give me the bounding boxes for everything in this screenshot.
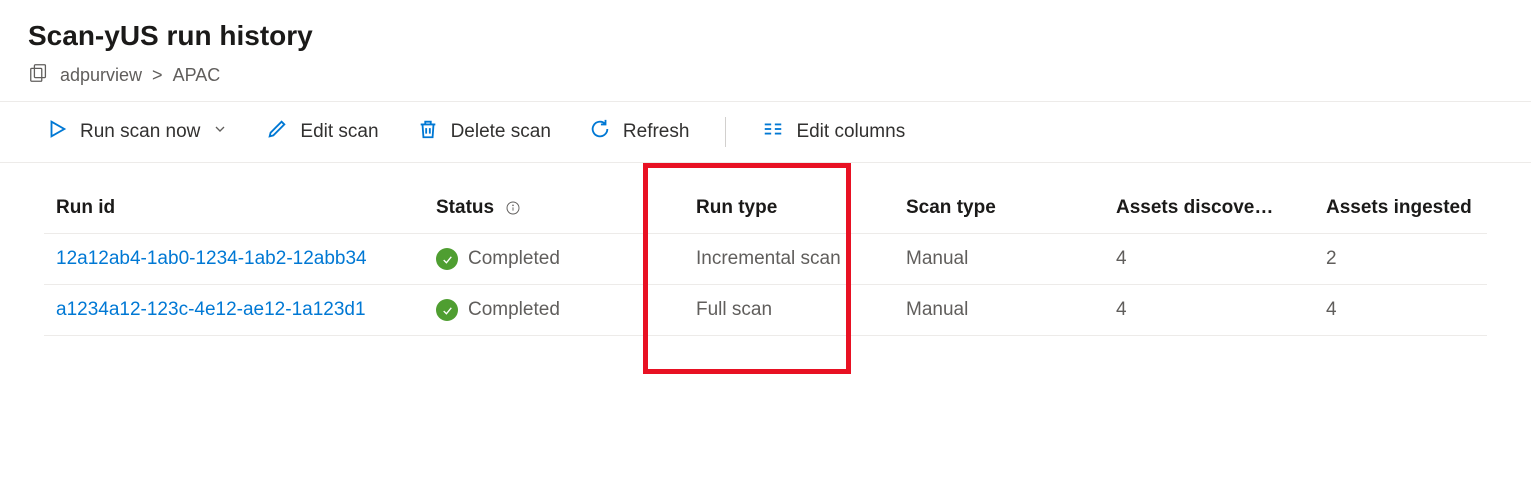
assets-ingested-cell: 4 xyxy=(1314,285,1487,336)
toolbar: Run scan now Edit scan Delete scan xyxy=(0,102,1531,162)
status-text: Completed xyxy=(468,248,560,270)
col-run-type[interactable]: Run type xyxy=(684,183,894,234)
run-scan-label: Run scan now xyxy=(80,121,200,143)
refresh-icon xyxy=(589,118,611,146)
col-status-label: Status xyxy=(436,197,494,218)
run-scan-button[interactable]: Run scan now xyxy=(44,112,230,152)
col-assets-discovered[interactable]: Assets discove… xyxy=(1104,183,1314,234)
run-type-cell: Full scan xyxy=(684,285,894,336)
refresh-label: Refresh xyxy=(623,121,690,143)
check-circle-icon xyxy=(436,299,458,321)
page-title: Scan-yUS run history xyxy=(28,20,1503,52)
col-status[interactable]: Status xyxy=(424,183,684,234)
assets-discovered-cell: 4 xyxy=(1104,234,1314,285)
check-circle-icon xyxy=(436,248,458,270)
edit-columns-button[interactable]: Edit columns xyxy=(760,112,907,152)
copy-icon xyxy=(28,62,50,89)
table-row: 12a12ab4-1ab0-1234-1ab2-12abb34 Complete… xyxy=(44,234,1487,285)
run-type-cell: Incremental scan xyxy=(684,234,894,285)
assets-discovered-cell: 4 xyxy=(1104,285,1314,336)
run-id-link[interactable]: 12a12ab4-1ab0-1234-1ab2-12abb34 xyxy=(44,234,424,285)
play-icon xyxy=(46,118,68,146)
status-text: Completed xyxy=(468,299,560,321)
col-run-id[interactable]: Run id xyxy=(44,183,424,234)
edit-scan-button[interactable]: Edit scan xyxy=(264,112,380,152)
refresh-button[interactable]: Refresh xyxy=(587,112,692,152)
breadcrumb: adpurview > APAC xyxy=(28,62,1503,89)
scan-type-cell: Manual xyxy=(894,234,1104,285)
info-icon[interactable] xyxy=(505,200,521,216)
toolbar-divider xyxy=(725,117,726,147)
edit-scan-label: Edit scan xyxy=(300,121,378,143)
run-history-table: Run id Status Run type Scan type Assets … xyxy=(44,183,1487,336)
scan-type-cell: Manual xyxy=(894,285,1104,336)
edit-columns-label: Edit columns xyxy=(796,121,905,143)
delete-scan-button[interactable]: Delete scan xyxy=(415,112,553,152)
col-scan-type[interactable]: Scan type xyxy=(894,183,1104,234)
chevron-down-icon xyxy=(212,121,228,143)
columns-icon xyxy=(762,118,784,146)
table-row: a1234a12-123c-4e12-ae12-1a123d1 Complete… xyxy=(44,285,1487,336)
col-assets-ingested[interactable]: Assets ingested xyxy=(1314,183,1487,234)
run-id-link[interactable]: a1234a12-123c-4e12-ae12-1a123d1 xyxy=(44,285,424,336)
assets-ingested-cell: 2 xyxy=(1314,234,1487,285)
breadcrumb-leaf: APAC xyxy=(173,65,221,86)
breadcrumb-root[interactable]: adpurview xyxy=(60,65,142,86)
trash-icon xyxy=(417,118,439,146)
breadcrumb-sep: > xyxy=(152,65,163,86)
delete-scan-label: Delete scan xyxy=(451,121,551,143)
pencil-icon xyxy=(266,118,288,146)
